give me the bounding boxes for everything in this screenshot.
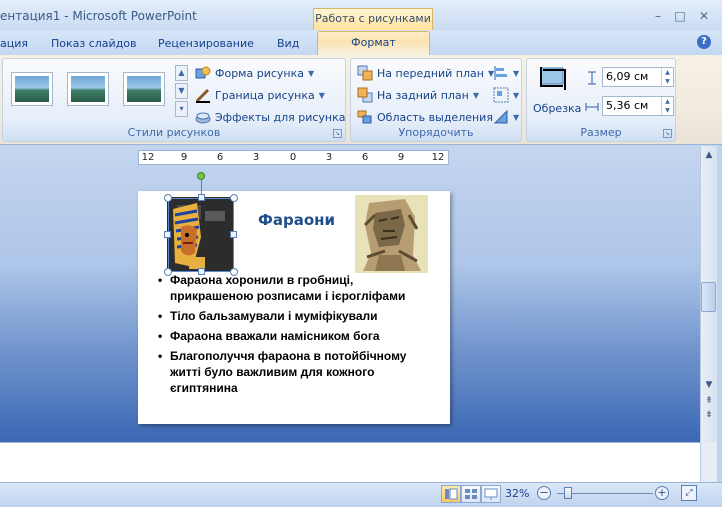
bullet-list[interactable]: Фараона хоронили в гробниці, прикрашеною… xyxy=(156,272,436,400)
ruler-tick: 6 xyxy=(361,152,369,163)
ribbon-tabs: ация Показ слайдов Рецензирование Вид Фо… xyxy=(0,30,722,56)
shape-icon xyxy=(195,65,211,81)
slideshow-icon xyxy=(484,488,498,500)
ruler-tick: 9 xyxy=(397,152,405,163)
align-button[interactable]: ▼ xyxy=(493,64,519,82)
title-bar: ентация1 - Microsoft PowerPoint Работа с… xyxy=(0,0,722,30)
help-icon[interactable]: ? xyxy=(697,35,711,49)
status-bar xyxy=(0,482,722,507)
rotation-handle[interactable] xyxy=(197,172,205,180)
maximize-button[interactable]: □ xyxy=(670,8,690,24)
picture-tools-context-header: Работа с рисунками xyxy=(313,8,433,30)
ruler-tick: 3 xyxy=(252,152,260,163)
tab-view[interactable]: Вид xyxy=(277,37,299,50)
list-item: Фараона хоронили в гробниці, прикрашеною… xyxy=(156,272,436,304)
crop-button[interactable]: Обрезка xyxy=(531,64,581,118)
list-item: Фараона вважали намісником бога xyxy=(156,328,436,344)
size-label: Размер xyxy=(580,126,622,139)
width-stepper[interactable]: 5,36 см ▲ ▼ xyxy=(602,96,674,116)
previous-slide-icon[interactable]: ⇞ xyxy=(702,396,716,406)
selection-frame xyxy=(168,198,234,272)
minimize-button[interactable]: – xyxy=(648,8,668,24)
zoom-in-button[interactable]: + xyxy=(655,486,669,500)
scroll-up-icon[interactable]: ▲ xyxy=(702,150,716,160)
group-icon xyxy=(493,87,509,103)
send-to-back-button[interactable]: На задний план ▼ xyxy=(357,86,479,104)
slide-sorter-button[interactable] xyxy=(461,485,481,503)
picture-styles-group: ▲ ▼ ▾ Форма рисунка ▼ Граница рисунка ▼ Эф… xyxy=(2,58,356,142)
ruler-tick: 12 xyxy=(141,152,155,163)
next-slide-icon[interactable]: ⇟ xyxy=(702,410,716,420)
ruler-tick: 0 xyxy=(289,152,297,163)
normal-view-button[interactable] xyxy=(441,485,461,503)
window-title: ентация1 - Microsoft PowerPoint xyxy=(0,9,197,23)
align-icon xyxy=(493,65,509,81)
gallery-more-button[interactable]: ▾ xyxy=(175,101,188,117)
scroll-down-icon[interactable]: ▼ xyxy=(702,380,716,390)
send-back-icon xyxy=(357,87,373,103)
list-item: Тіло бальзамували і муміфікували xyxy=(156,308,436,324)
picture-style-thumb[interactable] xyxy=(11,72,53,106)
normal-view-icon xyxy=(445,488,458,500)
sphinx-picture[interactable] xyxy=(355,195,428,273)
crop-icon xyxy=(539,66,569,97)
height-spin-arrows[interactable]: ▲ ▼ xyxy=(661,68,673,86)
slide-sorter-icon xyxy=(465,489,477,499)
slideshow-button[interactable] xyxy=(481,485,501,503)
width-spin-arrows[interactable]: ▲ ▼ xyxy=(661,97,673,115)
resize-handle[interactable] xyxy=(198,194,205,201)
bring-front-icon xyxy=(357,65,373,81)
tab-animation[interactable]: ация xyxy=(0,37,28,50)
picture-border-button[interactable]: Граница рисунка ▼ xyxy=(195,86,325,104)
resize-handle[interactable] xyxy=(164,231,171,238)
scroll-thumb[interactable] xyxy=(701,282,716,312)
width-icon xyxy=(585,100,599,117)
notes-scrollbar[interactable] xyxy=(700,442,717,482)
notes-pane[interactable] xyxy=(0,442,700,482)
ruler-tick: 12 xyxy=(431,152,445,163)
picture-effects-button[interactable]: Эффекты для рисунка▼ xyxy=(195,108,356,126)
zoom-slider-thumb[interactable] xyxy=(564,487,572,499)
picture-style-thumb[interactable] xyxy=(123,72,165,106)
resize-handle[interactable] xyxy=(230,231,237,238)
rotate-button[interactable]: ▼ xyxy=(493,108,519,126)
gallery-down-button[interactable]: ▼ xyxy=(175,83,188,99)
fit-to-window-button[interactable]: ⤢ xyxy=(681,485,697,501)
slide-title[interactable]: Фараони xyxy=(258,211,335,229)
bring-to-front-button[interactable]: На передний план ▼ xyxy=(357,64,494,82)
group-button[interactable]: ▼ xyxy=(493,86,519,104)
zoom-out-button[interactable]: − xyxy=(537,486,551,500)
tab-slideshow[interactable]: Показ слайдов xyxy=(51,37,137,50)
resize-handle[interactable] xyxy=(164,194,172,202)
tab-format[interactable]: Формат xyxy=(317,31,430,56)
effects-icon xyxy=(195,109,211,125)
picture-shape-button[interactable]: Форма рисунка ▼ xyxy=(195,64,314,82)
dialog-launcher-icon[interactable]: ↘ xyxy=(663,129,672,138)
ruler-tick: 6 xyxy=(216,152,224,163)
horizontal-ruler: 12 9 6 3 0 3 6 9 12 xyxy=(138,150,449,165)
arrange-label: Упорядочить xyxy=(398,126,474,139)
list-item: Благополуччя фараона в потойбічному житт… xyxy=(156,348,436,396)
dialog-launcher-icon[interactable]: ↘ xyxy=(333,129,342,138)
picture-style-thumb[interactable] xyxy=(67,72,109,106)
tab-review[interactable]: Рецензирование xyxy=(158,37,254,50)
close-button[interactable]: ✕ xyxy=(694,8,714,24)
resize-handle[interactable] xyxy=(230,194,238,202)
arrange-group: На передний план ▼ На задний план ▼ Област… xyxy=(350,58,522,142)
ruler-tick: 3 xyxy=(325,152,333,163)
rotate-icon xyxy=(493,109,509,125)
zoom-level[interactable]: 32% xyxy=(505,487,529,500)
selection-pane-button[interactable]: Область выделения xyxy=(357,108,493,126)
picture-styles-label: Стили рисунков xyxy=(127,126,221,139)
selection-pane-icon xyxy=(357,109,373,125)
ruler-tick: 9 xyxy=(180,152,188,163)
pencil-icon xyxy=(195,87,211,103)
height-icon xyxy=(585,71,599,88)
height-stepper[interactable]: 6,09 см ▲ ▼ xyxy=(602,67,674,87)
gallery-up-button[interactable]: ▲ xyxy=(175,65,188,81)
